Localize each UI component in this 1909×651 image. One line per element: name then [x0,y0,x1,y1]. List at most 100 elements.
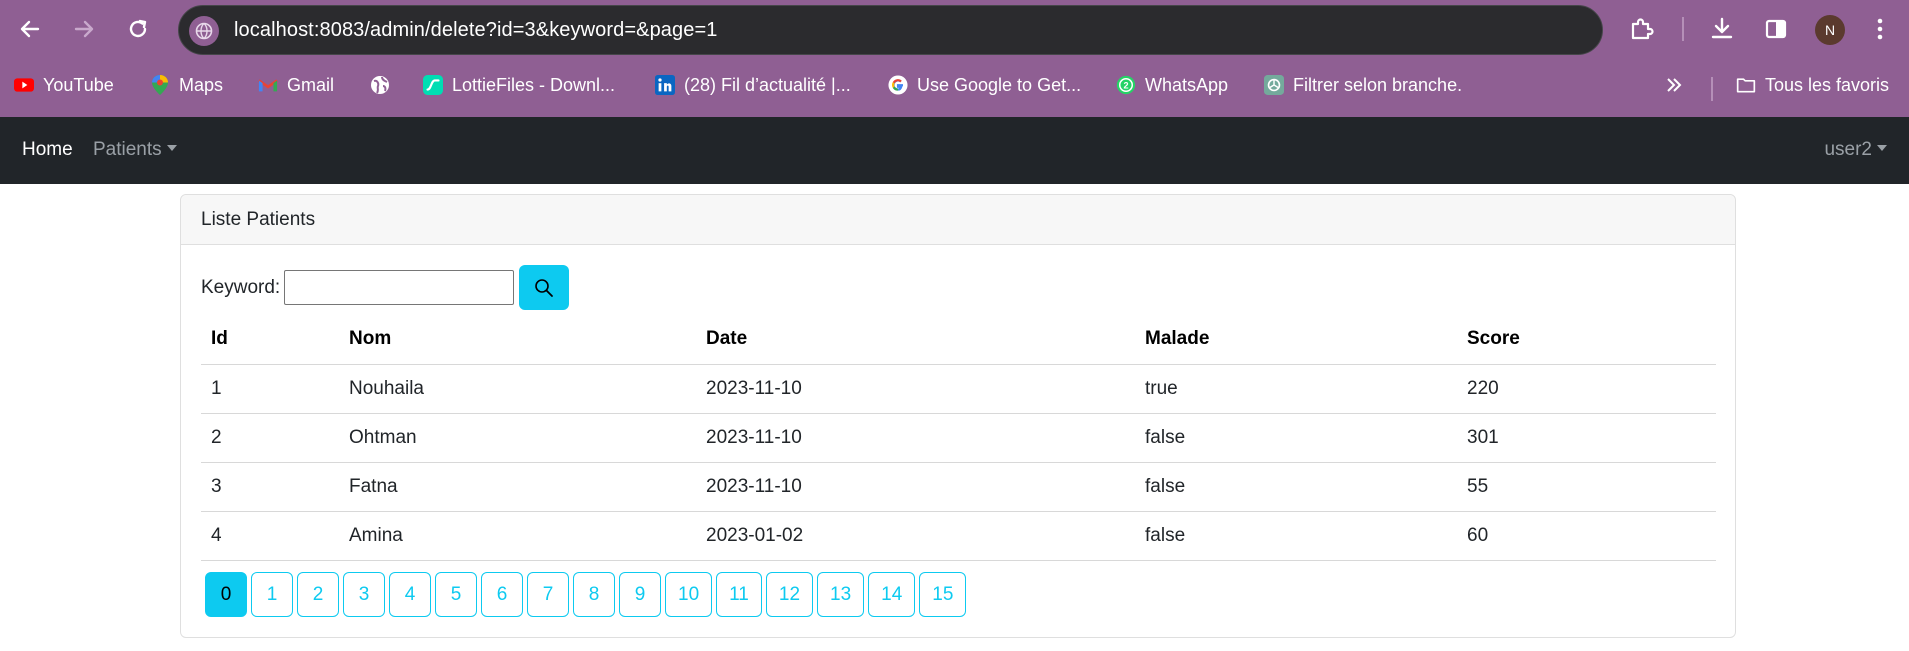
bookmark-whatsapp[interactable]: 2 WhatsApp [1116,71,1228,99]
reload-icon [129,19,147,38]
cell-score: 301 [1457,413,1716,463]
bookmark-linkedin[interactable]: (28) Fil d’actualité |... [655,71,851,99]
cell-malade: false [1135,413,1457,463]
caret-down-icon [166,145,177,152]
cell-score: 220 [1457,364,1716,414]
page-button-14[interactable]: 14 [868,572,916,617]
table-row: 1 Nouhaila 2023-11-10 true 220 [201,364,1716,414]
youtube-icon [14,75,34,95]
table-row: 3 Fatna 2023-11-10 false 55 [201,462,1716,512]
card-title: Liste Patients [181,195,1735,245]
chatgpt-icon [1264,75,1284,95]
page-button-5[interactable]: 5 [435,572,477,617]
reload-button[interactable] [120,11,156,47]
bookmark-gmail[interactable]: Gmail [258,71,334,99]
forward-button[interactable] [66,11,102,47]
extensions-button[interactable] [1624,11,1660,47]
bookmarks-bar: YouTube Maps Gmail LottieFiles - Downl..… [0,63,1909,107]
search-form: Keyword: [201,265,570,310]
bookmark-globe[interactable] [370,71,390,99]
search-icon [535,278,554,297]
table-header-row: Id Nom Date Malade Score [201,315,1716,365]
cell-malade: true [1135,364,1457,414]
app-navbar: Home Patients user2 [0,117,1909,184]
downloads-button[interactable] [1704,11,1740,47]
patients-table: Id Nom Date Malade Score 1 Nouhaila 2023… [201,315,1716,561]
cell-malade: false [1135,511,1457,561]
bookmark-youtube[interactable]: YouTube [14,71,114,99]
cell-nom: Ohtman [339,413,696,463]
table-row: 2 Ohtman 2023-11-10 false 301 [201,413,1716,463]
cell-date: 2023-11-10 [696,413,1135,463]
page-button-11[interactable]: 11 [716,572,762,617]
browser-toolbar: localhost:8083/admin/delete?id=3&keyword… [0,0,1909,58]
column-header-score: Score [1457,315,1716,365]
cell-date: 2023-01-02 [696,511,1135,561]
cell-id: 1 [201,364,339,414]
page-button-10[interactable]: 10 [665,572,713,617]
page-button-2[interactable]: 2 [297,572,339,617]
pagination: 0 1 2 3 4 5 6 7 8 9 10 11 12 13 14 15 [205,572,967,617]
maps-icon [150,75,170,95]
download-icon [1711,17,1733,39]
chevron-double-right-icon [1667,78,1682,92]
google-icon [888,75,908,95]
side-panel-button[interactable] [1758,11,1794,47]
cell-nom: Amina [339,511,696,561]
keyword-input[interactable] [284,270,515,305]
linkedin-icon [655,75,675,95]
browser-chrome: localhost:8083/admin/delete?id=3&keyword… [0,0,1909,117]
table-row: 4 Amina 2023-01-02 false 60 [201,511,1716,561]
puzzle-icon [1631,18,1654,40]
browser-menu-button[interactable] [1862,11,1898,47]
cell-score: 60 [1457,511,1716,561]
caret-down-icon [1877,145,1887,152]
address-bar[interactable]: localhost:8083/admin/delete?id=3&keyword… [178,5,1603,55]
globe-icon [370,75,390,95]
page-button-8[interactable]: 8 [573,572,615,617]
cell-date: 2023-11-10 [696,364,1135,414]
toolbar-divider [1682,17,1684,41]
nav-user-dropdown[interactable]: user2 [1824,139,1887,161]
page-button-4[interactable]: 4 [389,572,431,617]
column-header-malade: Malade [1135,315,1457,365]
back-button[interactable] [12,11,48,47]
page-button-7[interactable]: 7 [527,572,569,617]
cell-date: 2023-11-10 [696,462,1135,512]
cell-id: 4 [201,511,339,561]
page-button-9[interactable]: 9 [619,572,661,617]
bookmark-lottiefiles[interactable]: LottieFiles - Downl... [423,71,615,99]
nav-patients-label: Patients [93,139,162,160]
cell-nom: Fatna [339,462,696,512]
cell-score: 55 [1457,462,1716,512]
globe-icon [195,22,213,40]
more-vertical-icon [1877,18,1883,40]
nav-patients-dropdown[interactable]: Patients [93,139,177,161]
more-bookmarks-button[interactable] [1665,71,1683,99]
gmail-icon [258,75,278,95]
page-button-0[interactable]: 0 [205,572,247,617]
side-panel-icon [1765,19,1787,39]
cell-id: 3 [201,462,339,512]
nav-home-link[interactable]: Home [22,139,73,161]
folder-icon [1736,75,1756,95]
page-button-15[interactable]: 15 [919,572,967,617]
bookmark-google[interactable]: Use Google to Get... [888,71,1081,99]
search-button[interactable] [519,265,570,310]
page-button-12[interactable]: 12 [765,572,814,617]
url-text: localhost:8083/admin/delete?id=3&keyword… [234,19,718,41]
page-button-3[interactable]: 3 [343,572,385,617]
keyword-label: Keyword: [201,276,281,298]
cell-id: 2 [201,413,339,463]
page-button-6[interactable]: 6 [481,572,523,617]
page-button-1[interactable]: 1 [251,572,293,617]
cell-malade: false [1135,462,1457,512]
column-header-id: Id [201,315,339,365]
profile-avatar[interactable]: N [1815,15,1845,45]
column-header-nom: Nom [339,315,696,365]
bookmark-maps[interactable]: Maps [150,71,223,99]
page-button-13[interactable]: 13 [817,572,865,617]
bookmark-chatgpt[interactable]: Filtrer selon branche. [1264,71,1462,99]
site-info-icon[interactable] [189,16,219,46]
all-bookmarks-folder[interactable]: Tous les favoris [1736,71,1889,99]
